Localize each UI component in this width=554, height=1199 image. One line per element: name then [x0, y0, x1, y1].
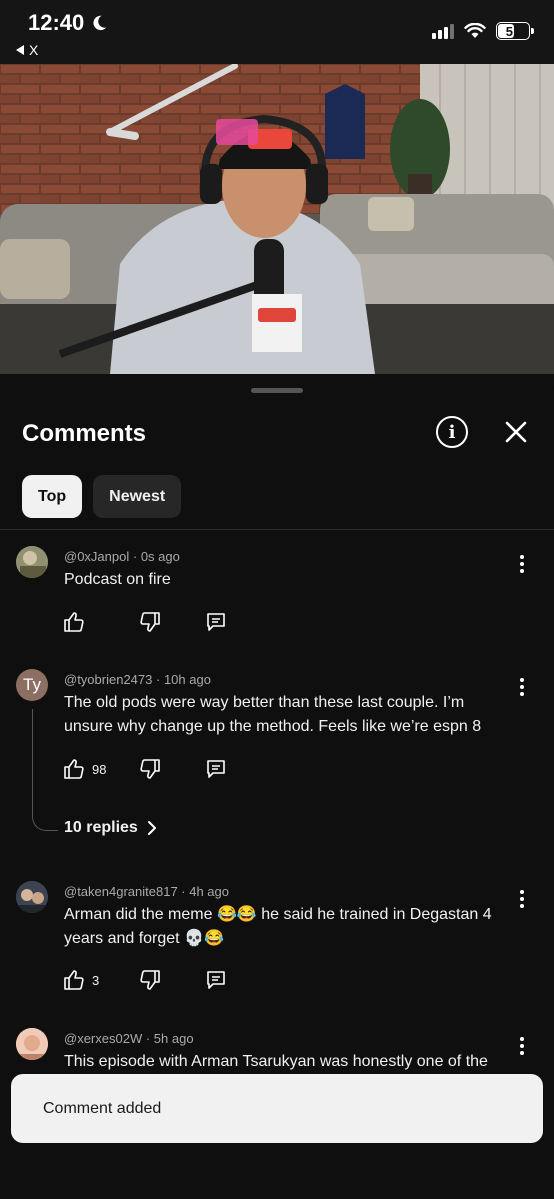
comment-time: 0s ago — [140, 549, 180, 564]
thread-line — [32, 709, 58, 831]
avatar-initials: Ty — [23, 675, 41, 694]
like-icon — [64, 612, 84, 632]
comment-text: The old pods were way better than these … — [64, 694, 482, 735]
avatar[interactable] — [16, 881, 48, 913]
comment-text: Arman did the meme 😂😂 he said he trained… — [64, 906, 492, 947]
drag-handle[interactable] — [251, 388, 303, 393]
dislike-icon — [140, 612, 160, 632]
like-button[interactable]: 98 — [62, 756, 106, 782]
reply-button[interactable] — [204, 609, 228, 635]
dislike-button[interactable] — [138, 756, 162, 782]
avatar[interactable]: Ty — [16, 669, 48, 701]
comment-time: 5h ago — [153, 1031, 194, 1046]
toast-text: Comment added — [43, 1100, 162, 1117]
view-replies-button[interactable]: 10 replies — [64, 819, 158, 837]
sort-tabs: Top Newest — [22, 475, 182, 518]
divider — [0, 529, 554, 530]
like-button[interactable]: 3 — [62, 967, 99, 993]
like-icon — [64, 759, 84, 779]
back-app-label: X — [29, 42, 39, 58]
video-frame — [0, 64, 554, 374]
status-time: 12:40 — [28, 10, 108, 36]
avatar[interactable] — [16, 546, 48, 578]
like-button[interactable] — [62, 609, 86, 635]
battery-icon: 51 — [496, 22, 534, 40]
status-indicators: 51 — [432, 22, 534, 40]
more-icon[interactable] — [512, 1034, 532, 1058]
comment-meta: @0xJanpol · 0s ago — [64, 549, 180, 564]
comment-author[interactable]: @tyobrien2473 — [64, 672, 152, 687]
comment-meta: @xerxes02W · 5h ago — [64, 1031, 194, 1046]
moon-icon — [93, 15, 107, 31]
tab-newest[interactable]: Newest — [93, 475, 182, 518]
avatar[interactable] — [16, 1028, 48, 1060]
status-bar: 12:40 X 51 — [0, 0, 554, 64]
wifi-icon — [464, 23, 486, 38]
dislike-icon — [140, 970, 160, 990]
like-count: 3 — [92, 972, 100, 988]
reply-button[interactable] — [204, 756, 228, 782]
more-icon[interactable] — [512, 675, 532, 699]
reply-icon — [207, 613, 225, 631]
replies-count: 10 replies — [64, 819, 138, 836]
like-count: 98 — [92, 761, 107, 777]
comment-author[interactable]: @0xJanpol — [64, 549, 129, 564]
reply-icon — [207, 760, 225, 778]
comment-time: 10h ago — [163, 672, 211, 687]
like-icon — [64, 970, 84, 990]
reply-button[interactable] — [204, 967, 228, 993]
reply-icon — [207, 971, 225, 989]
comment-text: This episode with Arman Tsarukyan was ho… — [64, 1053, 488, 1070]
more-icon[interactable] — [512, 552, 532, 576]
comment-author[interactable]: @taken4granite817 — [64, 884, 178, 899]
video-player[interactable] — [0, 64, 554, 374]
comment-meta: @tyobrien2473 · 10h ago — [64, 672, 211, 687]
comments-title: Comments — [22, 420, 147, 447]
dislike-icon — [140, 759, 160, 779]
signal-icon — [432, 23, 454, 39]
info-icon[interactable]: i — [436, 416, 468, 448]
chevron-right-icon — [147, 821, 156, 835]
more-icon[interactable] — [512, 887, 532, 911]
dislike-button[interactable] — [138, 967, 162, 993]
toast-notification: Comment added — [11, 1074, 543, 1143]
clock-text: 12:40 — [28, 10, 85, 35]
comment-meta: @taken4granite817 · 4h ago — [64, 884, 229, 899]
dislike-button[interactable] — [138, 609, 162, 635]
tab-top[interactable]: Top — [22, 475, 83, 518]
battery-level: 51 — [505, 23, 521, 39]
comment-text: Podcast on fire — [64, 571, 171, 588]
comment-author[interactable]: @xerxes02W — [64, 1031, 142, 1046]
back-triangle-icon — [16, 45, 24, 55]
back-to-app-button[interactable]: X — [16, 42, 38, 58]
close-icon[interactable] — [502, 418, 530, 446]
comment-time: 4h ago — [189, 884, 229, 899]
